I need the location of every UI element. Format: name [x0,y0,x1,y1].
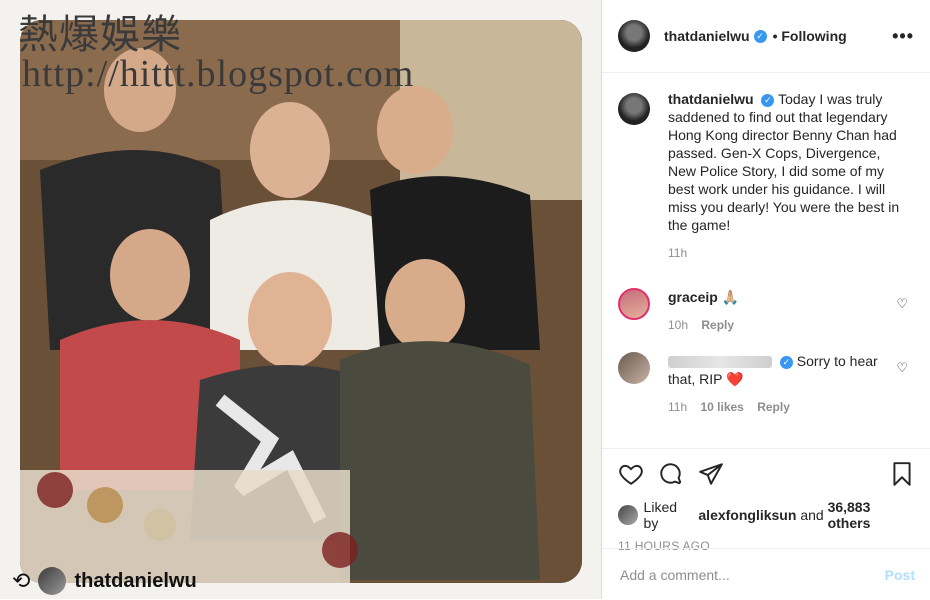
post-sidebar: thatdanielwu ✓ • Following ••• thatdanie… [601,0,930,599]
liked-by-count[interactable]: 36,883 others [828,499,915,531]
repost-avatar [38,567,67,595]
avatar[interactable] [618,288,650,320]
repost-icon: ⟲ [12,568,31,593]
caption-text: Today I was truly saddened to find out t… [668,91,900,233]
liked-by[interactable]: Liked by alexfongliksun and 36,883 other… [602,489,930,531]
liked-by-user[interactable]: alexfongliksun [698,507,796,523]
repost-username: thatdanielwu [74,569,197,592]
avatar[interactable] [618,352,650,384]
like-comment-icon[interactable]: ♡ [896,360,908,376]
comment-row: ✓ Sorry to hear that, RIP ❤️ 11h 10 like… [618,352,914,416]
comment-icon[interactable] [658,461,684,487]
reply-button[interactable]: Reply [701,318,734,332]
caption-row: thatdanielwu ✓ Today I was truly saddene… [618,90,914,262]
avatar[interactable] [618,93,650,125]
liked-by-and: and [800,507,824,523]
post-photo[interactable] [20,20,582,583]
avatar[interactable] [618,20,650,52]
watermark-url: http://hittt.blogspot.com [22,53,415,95]
liked-by-prefix: Liked by [643,499,678,531]
header-username[interactable]: thatdanielwu [664,28,750,44]
heart-icon[interactable] [618,461,644,487]
repost-credit[interactable]: ⟲ thatdanielwu [12,567,197,595]
verified-icon: ✓ [779,355,793,369]
redacted-username [668,356,772,369]
post-actions: Liked by alexfongliksun and 36,883 other… [602,448,930,600]
bookmark-icon[interactable] [889,461,915,487]
comments-list: thatdanielwu ✓ Today I was truly saddene… [618,90,914,416]
group-photo-illustration [20,20,582,583]
like-comment-icon[interactable]: ♡ [896,296,908,312]
comment-time[interactable]: 10h [668,318,688,332]
avatar [618,505,638,525]
caption-username[interactable]: thatdanielwu [668,91,754,107]
caption-time[interactable]: 11h [668,246,687,260]
verified-icon: ✓ [761,93,775,107]
comment-likes[interactable]: 10 likes [700,400,743,414]
comment-text: 🙏🏼 [721,289,740,305]
comment-row: graceip 🙏🏼 10h Reply ♡ [618,288,914,334]
comment-username[interactable]: graceip [668,289,718,305]
photo-pane: 熱爆娛樂 http://hittt.blogspot.com ⟲ thatdan… [0,0,601,599]
verified-icon: ✓ [753,29,767,43]
add-comment-row: Post [602,548,930,600]
more-icon[interactable]: ••• [892,26,914,47]
post-button[interactable]: Post [885,567,915,583]
post-header: thatdanielwu ✓ • Following ••• [602,0,930,73]
following-button[interactable]: • Following [773,28,847,44]
reply-button[interactable]: Reply [757,400,790,414]
comment-time[interactable]: 11h [668,400,687,414]
share-icon[interactable] [698,461,724,487]
add-comment-input[interactable] [618,565,885,584]
